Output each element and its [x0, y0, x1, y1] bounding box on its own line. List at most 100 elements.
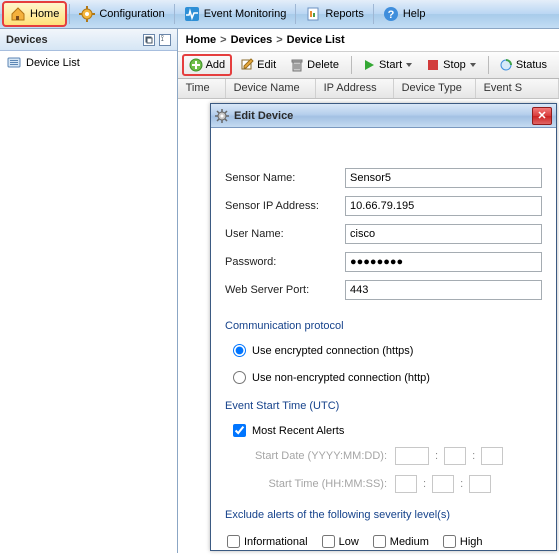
- menu-configuration-label: Configuration: [99, 8, 164, 20]
- password-input[interactable]: [345, 252, 542, 272]
- tree-item-device-list[interactable]: Device List: [0, 51, 177, 75]
- device-toolbar: Add Edit Delete Start: [178, 51, 559, 79]
- tree-item-label: Device List: [26, 57, 80, 69]
- https-radio-label: Use encrypted connection (https): [252, 345, 413, 357]
- left-panel: Devices Device List: [0, 29, 178, 553]
- toolbar-stop-button[interactable]: Stop: [420, 55, 482, 75]
- column-header-event[interactable]: Event S: [476, 79, 559, 98]
- start-time-hh-input[interactable]: [395, 475, 417, 493]
- menu-event-monitoring-label: Event Monitoring: [204, 8, 287, 20]
- toolbar-edit-button[interactable]: Edit: [234, 55, 282, 75]
- top-menu-bar: Home Configuration Event Monitoring Repo…: [0, 0, 559, 29]
- column-header-device-type[interactable]: Device Type: [394, 79, 476, 98]
- sensor-ip-input[interactable]: [345, 196, 542, 216]
- menu-separator: [295, 4, 296, 24]
- severity-informational-checkbox[interactable]: [227, 535, 240, 548]
- password-label: Password:: [225, 256, 345, 268]
- toolbar-add-label: Add: [206, 59, 226, 71]
- start-time-ss-input[interactable]: [469, 475, 491, 493]
- toolbar-add-button[interactable]: Add: [182, 54, 233, 76]
- toolbar-edit-label: Edit: [257, 59, 276, 71]
- dialog-close-button[interactable]: ✕: [532, 107, 552, 125]
- breadcrumb-item[interactable]: Device List: [287, 34, 345, 46]
- menu-help-button[interactable]: ? Help: [376, 2, 433, 26]
- start-date-month-input[interactable]: [444, 447, 466, 465]
- toolbar-start-button[interactable]: Start: [356, 55, 418, 75]
- report-icon: [305, 6, 321, 22]
- menu-reports-label: Reports: [325, 8, 364, 20]
- start-date-day-input[interactable]: [481, 447, 503, 465]
- start-time-mm-input[interactable]: [432, 475, 454, 493]
- add-icon: [189, 58, 203, 72]
- toolbar-delete-label: Delete: [307, 59, 339, 71]
- menu-help-label: Help: [403, 8, 426, 20]
- home-icon: [10, 6, 26, 22]
- toolbar-start-label: Start: [379, 59, 402, 71]
- sensor-name-input[interactable]: [345, 168, 542, 188]
- dialog-title-bar: Edit Device ✕: [211, 104, 556, 128]
- help-icon: ?: [383, 6, 399, 22]
- user-name-input[interactable]: [345, 224, 542, 244]
- exclude-severity-section-title: Exclude alerts of the following severity…: [225, 509, 542, 521]
- web-port-label: Web Server Port:: [225, 284, 345, 296]
- toolbar-stop-label: Stop: [443, 59, 466, 71]
- start-date-label: Start Date (YYYY:MM:DD):: [239, 450, 387, 462]
- breadcrumb-separator: >: [220, 34, 226, 46]
- http-radio[interactable]: [233, 371, 246, 384]
- severity-low-label: Low: [339, 536, 359, 548]
- web-port-input[interactable]: [345, 280, 542, 300]
- edit-icon: [240, 58, 254, 72]
- toolbar-status-button[interactable]: Status: [493, 55, 553, 75]
- status-icon: [499, 58, 513, 72]
- menu-separator: [69, 4, 70, 24]
- trash-icon: [290, 58, 304, 72]
- chevron-down-icon: [470, 63, 476, 67]
- event-start-time-section-title: Event Start Time (UTC): [225, 400, 542, 412]
- breadcrumb-separator: >: [276, 34, 282, 46]
- toolbar-delete-button[interactable]: Delete: [284, 55, 345, 75]
- close-icon: ✕: [537, 109, 546, 122]
- column-header-ip-address[interactable]: IP Address: [316, 79, 394, 98]
- gear-icon: [79, 6, 95, 22]
- pulse-icon: [184, 6, 200, 22]
- https-radio[interactable]: [233, 344, 246, 357]
- breadcrumb-item[interactable]: Devices: [231, 34, 273, 46]
- toolbar-separator: [488, 56, 489, 74]
- menu-configuration-button[interactable]: Configuration: [72, 2, 171, 26]
- dialog-title: Edit Device: [234, 110, 293, 122]
- severity-medium-label: Medium: [390, 536, 429, 548]
- left-panel-header: Devices: [0, 29, 177, 51]
- sensor-name-label: Sensor Name:: [225, 172, 345, 184]
- panel-controls: [143, 34, 171, 46]
- panel-restore-button[interactable]: [143, 34, 155, 46]
- column-header-device-name[interactable]: Device Name: [226, 79, 316, 98]
- column-header-time[interactable]: Time: [178, 79, 226, 98]
- menu-separator: [373, 4, 374, 24]
- start-date-year-input[interactable]: [395, 447, 429, 465]
- play-icon: [362, 58, 376, 72]
- severity-high-checkbox[interactable]: [443, 535, 456, 548]
- most-recent-checkbox[interactable]: [233, 424, 246, 437]
- menu-separator: [174, 4, 175, 24]
- severity-low-checkbox[interactable]: [322, 535, 335, 548]
- menu-reports-button[interactable]: Reports: [298, 2, 371, 26]
- user-name-label: User Name:: [225, 228, 345, 240]
- left-panel-title: Devices: [6, 34, 48, 46]
- edit-device-dialog: Edit Device ✕ Sensor Name: Sensor IP Add…: [210, 103, 557, 551]
- gear-icon: [215, 109, 229, 123]
- menu-home-button[interactable]: Home: [2, 1, 67, 27]
- breadcrumb-item[interactable]: Home: [186, 34, 217, 46]
- stop-icon: [426, 58, 440, 72]
- panel-pin-button[interactable]: [159, 34, 171, 46]
- breadcrumb: Home > Devices > Device List: [178, 29, 559, 51]
- sensor-ip-label: Sensor IP Address:: [225, 200, 345, 212]
- menu-home-label: Home: [30, 8, 59, 20]
- comm-protocol-section-title: Communication protocol: [225, 320, 542, 332]
- svg-text:?: ?: [387, 9, 394, 21]
- severity-high-label: High: [460, 536, 483, 548]
- dialog-body: Sensor Name: Sensor IP Address: User Nam…: [211, 128, 556, 556]
- toolbar-status-label: Status: [516, 59, 547, 71]
- menu-event-monitoring-button[interactable]: Event Monitoring: [177, 2, 294, 26]
- toolbar-separator: [351, 56, 352, 74]
- severity-medium-checkbox[interactable]: [373, 535, 386, 548]
